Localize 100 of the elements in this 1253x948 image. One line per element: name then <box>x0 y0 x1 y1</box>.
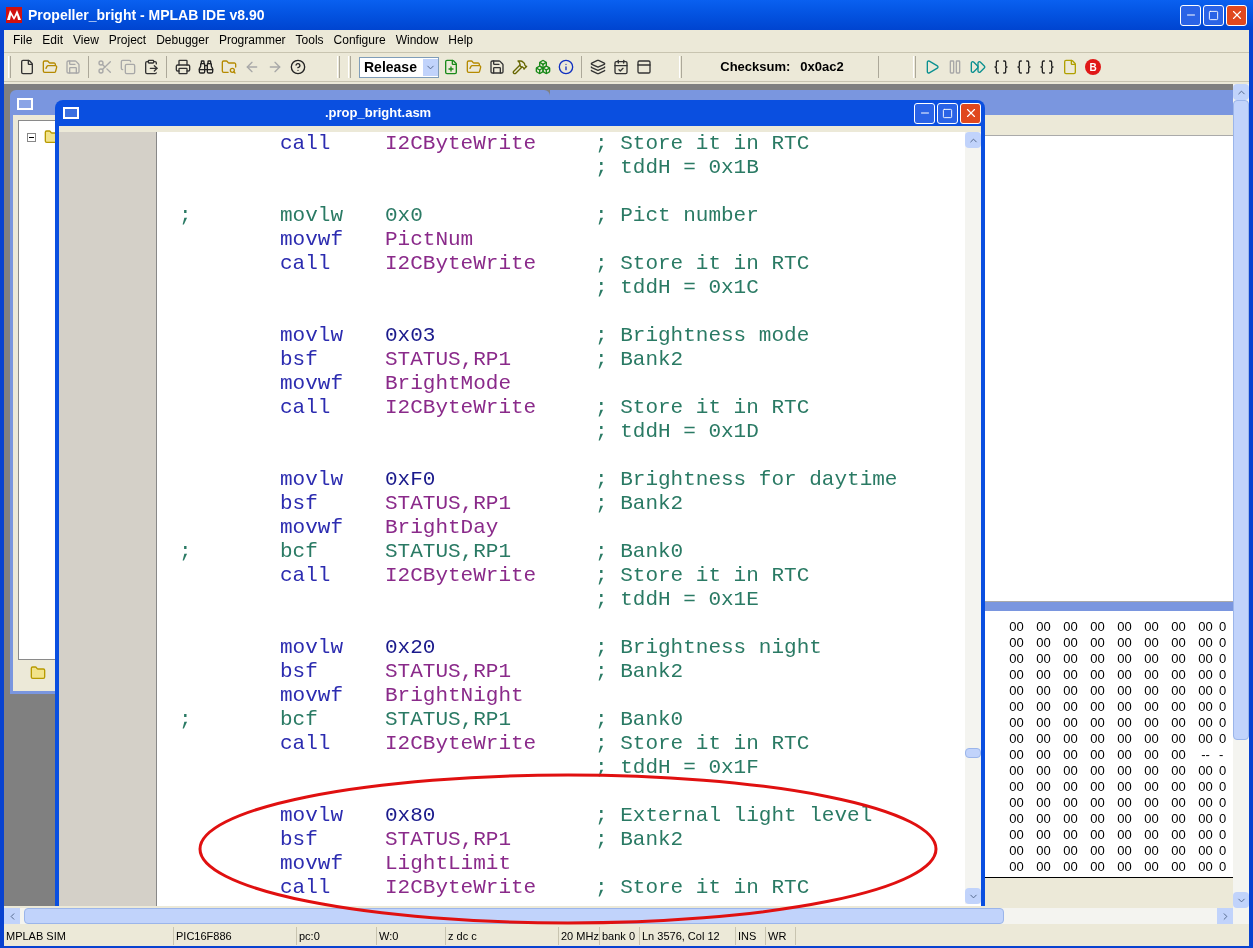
memory-cell-text: 00 <box>1197 666 1214 681</box>
memory-cell-text: 00 <box>1008 634 1025 649</box>
app-logo-icon <box>6 7 22 23</box>
scrollbar-thumb[interactable] <box>1233 100 1249 740</box>
memory-cell-text: 00 <box>1062 778 1079 793</box>
memory-cell-text: 00 <box>1062 810 1079 825</box>
close-button[interactable] <box>960 102 981 124</box>
code-operand: 0x0 <box>385 204 423 228</box>
code-instruction: call <box>280 564 331 588</box>
code-operand: I2CByteWrite <box>385 252 537 276</box>
menu-item[interactable]: Project <box>103 31 152 49</box>
menu-item[interactable]: View <box>68 31 104 49</box>
code-operand: I2CByteWrite <box>385 564 537 588</box>
memory-cell-text: 00 <box>1089 634 1106 649</box>
memory-cell-text: 00 <box>1197 714 1214 729</box>
memory-cell-text: 00 <box>1116 698 1133 713</box>
code-comment: ; Bank0 <box>595 540 684 564</box>
code-instruction: movlw <box>280 468 343 492</box>
code-comment: ; Bank2 <box>595 348 684 372</box>
memory-cell-text: 00 <box>1197 810 1214 825</box>
status-field: Ln 3576, Col 12 <box>640 927 736 945</box>
memory-cell-text: 00 <box>1170 810 1187 825</box>
memory-cell-text: 00 <box>1035 762 1052 777</box>
memory-cell-text: 00 <box>1116 794 1133 809</box>
memory-cell-text: 00 <box>1062 858 1079 873</box>
save-icon <box>64 59 81 75</box>
menu-item[interactable]: Programmer <box>213 31 291 49</box>
collapse-icon[interactable] <box>27 132 36 142</box>
memory-cell-text: 00 <box>1143 682 1160 697</box>
memory-cell-text: 00 <box>1143 826 1160 841</box>
memory-cell-text: 00 <box>1062 762 1079 777</box>
memory-cell-text: 00 <box>1197 698 1214 713</box>
memory-cell-text: 0 <box>1219 778 1228 793</box>
menu-item[interactable]: Configure <box>328 31 391 49</box>
menu-item[interactable]: Help <box>443 31 478 49</box>
memory-cell-text: 00 <box>1170 794 1187 809</box>
memory-cell-text: 00 <box>1008 858 1025 873</box>
memory-cell-text: 00 <box>1035 618 1052 633</box>
cut-icon <box>96 59 113 75</box>
breakpoint-button[interactable]: B <box>1085 59 1101 75</box>
memory-cell-text: 00 <box>1170 698 1187 713</box>
info-icon <box>557 59 574 75</box>
memory-cell-text: 00 <box>1170 650 1187 665</box>
code-instruction: movlw <box>280 636 343 660</box>
menu-item[interactable]: Edit <box>37 31 69 49</box>
menu-item[interactable]: Debugger <box>151 31 214 49</box>
memory-cell-text: 00 <box>1143 842 1160 857</box>
maximize-button[interactable] <box>1203 4 1224 26</box>
status-field: 20 MHz <box>559 927 600 945</box>
memory-cell-text: 00 <box>1089 762 1106 777</box>
memory-cell-text: 00 <box>1008 666 1025 681</box>
menu-item[interactable]: Window <box>390 31 444 49</box>
memory-cell-text: 0 <box>1219 730 1228 745</box>
comment-marker: ; <box>179 708 192 732</box>
maximize-icon <box>1208 9 1219 21</box>
close-button[interactable] <box>1226 4 1247 26</box>
memory-cell-text: 00 <box>1197 778 1214 793</box>
memory-cell-text: 00 <box>1116 826 1133 841</box>
memory-cell-text: 00 <box>1035 634 1052 649</box>
memory-cell-text: 00 <box>1170 730 1187 745</box>
horizontal-scrollbar[interactable] <box>4 908 1249 924</box>
memory-cell-text: 00 <box>1143 794 1160 809</box>
build-config-dropdown[interactable]: Release <box>359 56 439 78</box>
memory-cell-text: 00 <box>1116 842 1133 857</box>
folder-icon[interactable] <box>30 665 46 681</box>
memory-cell-text: 0 <box>1219 682 1228 697</box>
memory-cell-text: 0 <box>1219 634 1228 649</box>
memory-cell-text: 00 <box>1008 778 1025 793</box>
comment-marker: ; <box>179 204 192 228</box>
vertical-scrollbar[interactable] <box>965 132 981 904</box>
memory-cell-text: 0 <box>1219 810 1228 825</box>
scrollbar-thumb[interactable] <box>965 748 981 758</box>
braces-icon <box>1015 59 1032 75</box>
code-comment: ; Brightness mode <box>595 324 810 348</box>
code-instruction: call <box>280 396 331 420</box>
memory-cell-text: 00 <box>1143 698 1160 713</box>
minimize-button[interactable] <box>914 102 935 124</box>
maximize-button[interactable] <box>937 102 958 124</box>
code-instruction: movlw <box>280 804 343 828</box>
scrollbar-thumb[interactable] <box>24 908 1004 924</box>
minimize-button[interactable] <box>1180 4 1201 26</box>
memory-cell-text: 00 <box>1170 634 1187 649</box>
status-field: bank 0 <box>600 927 640 945</box>
new-file-icon <box>442 59 459 75</box>
memory-cell-text: 00 <box>1008 714 1025 729</box>
memory-cell-text: 00 <box>1089 650 1106 665</box>
menu-item[interactable]: File <box>8 31 38 49</box>
memory-cell-text: 00 <box>1116 682 1133 697</box>
vertical-scrollbar[interactable] <box>1233 84 1249 908</box>
memory-cell-text: 00 <box>1197 794 1214 809</box>
memory-cell-text: 00 <box>1197 858 1214 873</box>
menu-item[interactable]: Tools <box>290 31 329 49</box>
memory-cell-text: 00 <box>1143 858 1160 873</box>
memory-cell-text: 00 <box>1035 826 1052 841</box>
code-comment: ; Store it in RTC <box>595 732 810 756</box>
code-comment: ; tddH = 0x1B <box>595 156 759 180</box>
memory-cell-text: 00 <box>1089 746 1106 761</box>
status-field: pc:0 <box>297 927 377 945</box>
memory-cell-text: 00 <box>1062 666 1079 681</box>
memory-cell-text: 00 <box>1116 714 1133 729</box>
